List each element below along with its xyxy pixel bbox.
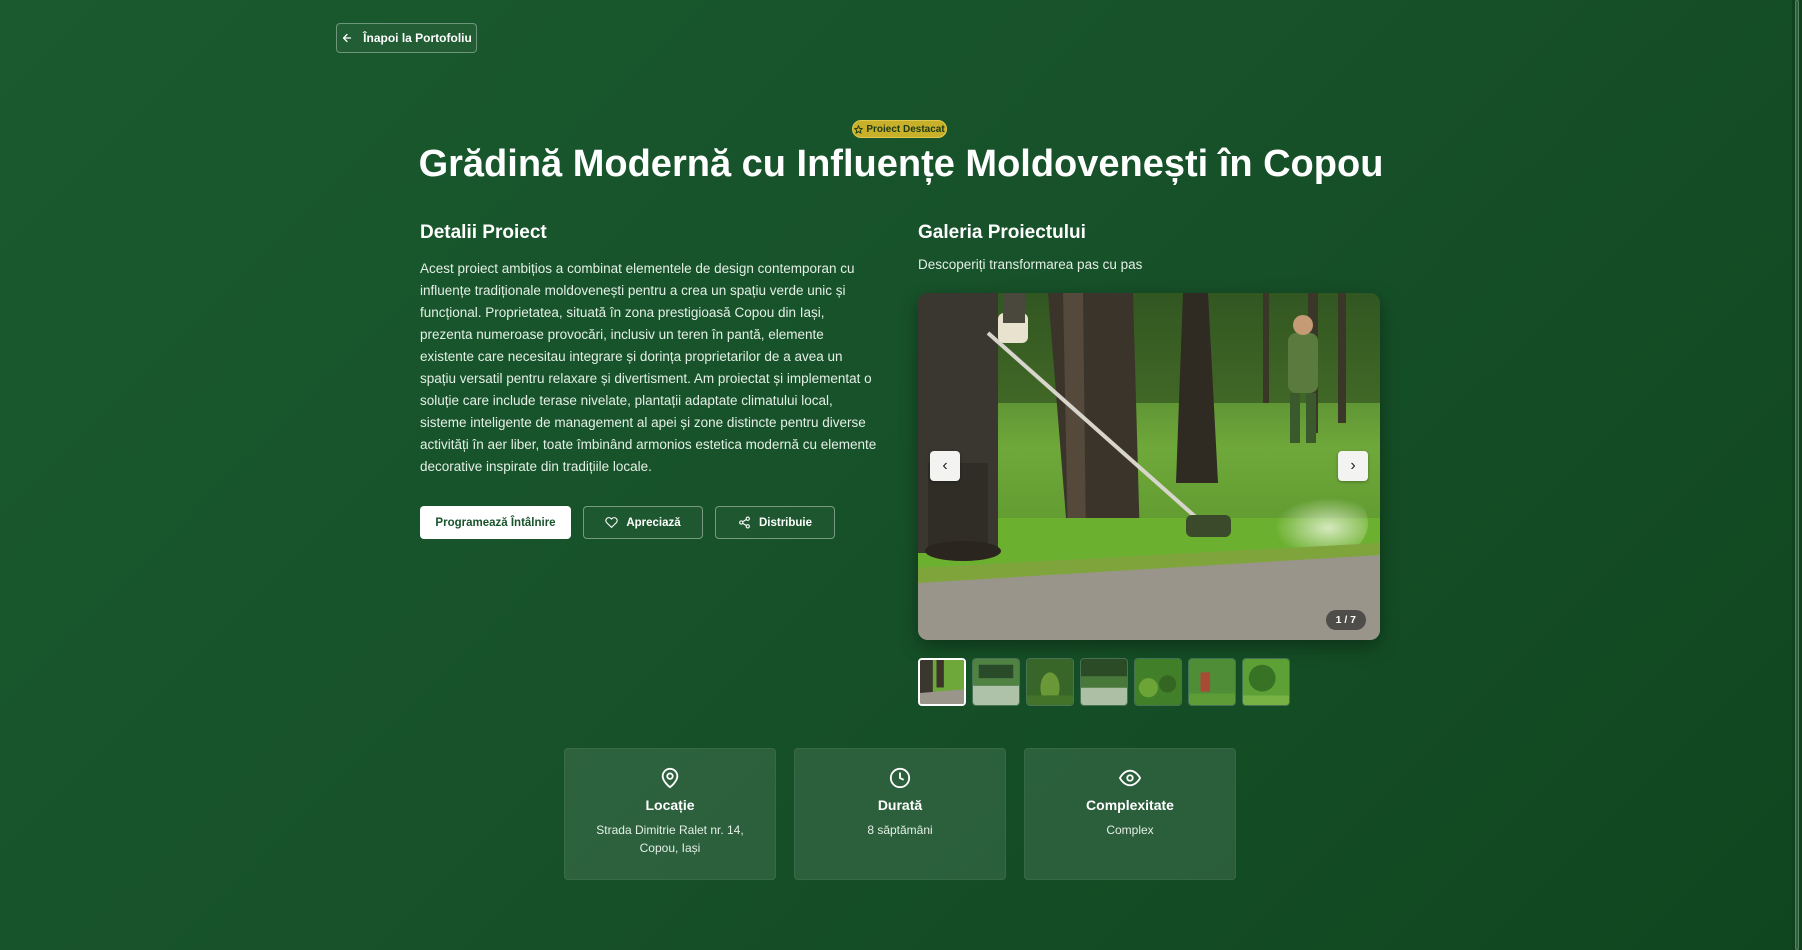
gallery-counter: 1 / 7 — [1325, 610, 1366, 630]
card-value: Complex — [1106, 823, 1154, 837]
page-scrollbar[interactable] — [1792, 0, 1802, 950]
thumbnail-image — [1135, 659, 1181, 705]
heart-icon — [605, 517, 619, 529]
gallery-thumbnail[interactable] — [1026, 658, 1074, 706]
project-description: Acest proiect ambițios a combinat elemen… — [420, 261, 877, 474]
featured-badge: Proiect Destacat — [852, 120, 947, 138]
project-details-heading: Detalii Proiect — [420, 222, 547, 243]
info-card-duration: Durată 8 săptămâni — [794, 748, 1006, 880]
card-value: 8 săptămâni — [867, 823, 933, 837]
thumbnail-image — [1189, 659, 1235, 705]
share-button[interactable]: Distribuie — [715, 506, 835, 539]
thumbnail-image — [973, 659, 1019, 705]
thumbnail-image — [1027, 659, 1073, 705]
badge-label: Proiect Destacat — [866, 123, 945, 135]
gallery-thumbnail[interactable] — [1080, 658, 1128, 706]
eye-icon — [1119, 769, 1141, 787]
gallery-thumbnail[interactable] — [1188, 658, 1236, 706]
gallery-thumbnail[interactable] — [1242, 658, 1290, 706]
share-icon — [739, 516, 750, 529]
project-info-cards: Locație Strada Dimitrie Ralet nr. 14, Co… — [564, 748, 1236, 880]
gallery-thumbnail[interactable] — [972, 658, 1020, 706]
schedule-button-label: Programează Întâlnire — [435, 516, 556, 529]
info-card-complexity: Complexitate Complex — [1024, 748, 1236, 880]
schedule-meeting-button[interactable]: Programează Întâlnire — [420, 506, 571, 539]
action-buttons: Programează Întâlnire Apreciază Distribu… — [420, 506, 835, 539]
lawn-trimming-photo — [918, 293, 1380, 640]
info-card-location: Locație Strada Dimitrie Ralet nr. 14, Co… — [564, 748, 776, 880]
back-button-label: Înapoi la Portofoliu — [363, 31, 472, 45]
thumbnail-image — [920, 660, 964, 704]
arrow-left-icon — [343, 33, 352, 43]
card-title: Complexitate — [1086, 797, 1174, 813]
gallery-subtitle: Descoperiți transformarea pas cu pas — [918, 257, 1143, 272]
gallery-thumbnail[interactable] — [1134, 658, 1182, 706]
thumbnail-image — [1243, 659, 1289, 705]
share-button-label: Distribuie — [758, 516, 813, 529]
map-pin-icon — [661, 767, 679, 789]
star-icon — [854, 124, 864, 134]
gallery-next-button[interactable]: › — [1338, 451, 1368, 481]
back-to-portfolio-button[interactable]: Înapoi la Portofoliu — [336, 23, 477, 53]
page-title: Grădină Modernă cu Influențe Moldoveneșt… — [418, 143, 1384, 185]
like-button[interactable]: Apreciază — [583, 506, 703, 539]
thumbnail-image — [1081, 659, 1127, 705]
scrollbar-thumb[interactable] — [1795, 0, 1799, 950]
gallery-main-image[interactable]: ‹ › 1 / 7 — [918, 293, 1380, 640]
like-button-label: Apreciază — [626, 516, 681, 529]
card-title: Locație — [645, 797, 695, 813]
clock-icon — [889, 767, 911, 789]
gallery-heading: Galeria Proiectului — [918, 222, 1086, 243]
gallery-prev-button[interactable]: ‹ — [930, 451, 960, 481]
card-title: Durată — [877, 797, 923, 813]
card-value: Strada Dimitrie Ralet nr. 14, Copou, Iaș… — [596, 823, 744, 855]
gallery-thumbnails — [918, 658, 1290, 706]
gallery-thumbnail[interactable] — [918, 658, 966, 706]
